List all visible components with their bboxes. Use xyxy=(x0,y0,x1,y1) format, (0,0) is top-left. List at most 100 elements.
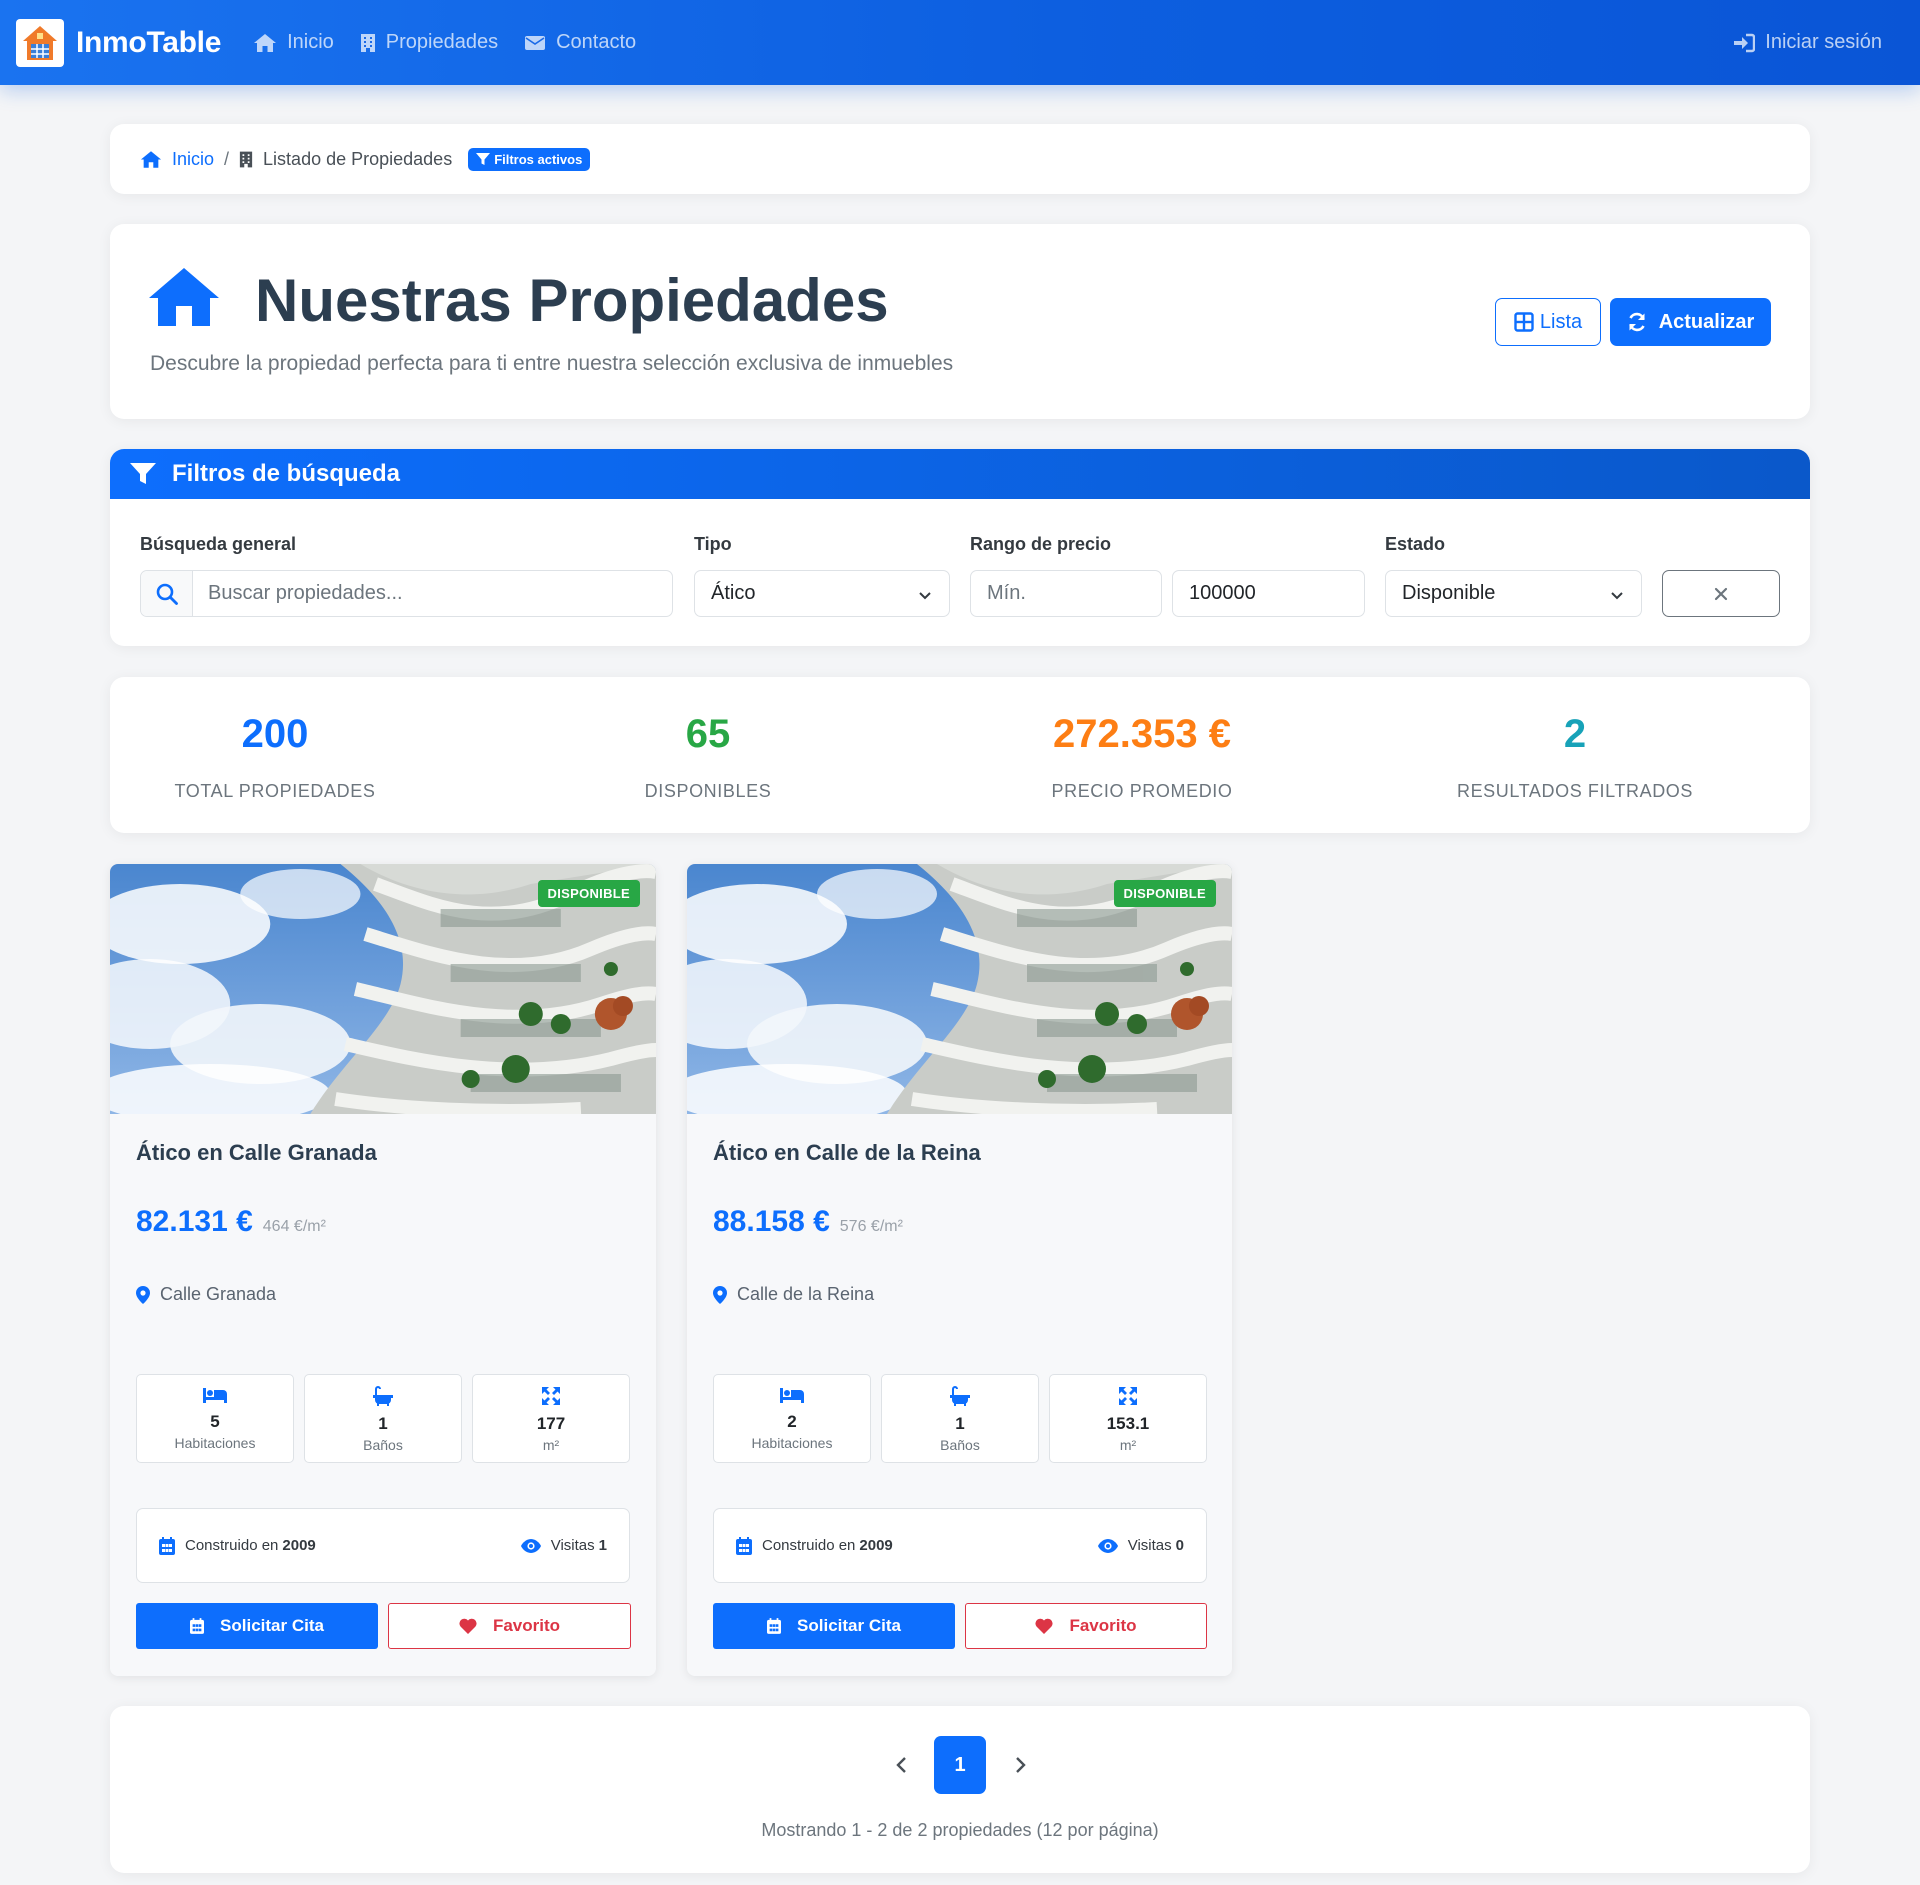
map-marker-icon xyxy=(136,1285,150,1304)
stat-available: 65 DISPONIBLES xyxy=(543,712,873,802)
baths-label: Baños xyxy=(363,1437,403,1453)
status-select[interactable]: Disponible xyxy=(1385,570,1642,617)
request-appointment-label: Solicitar Cita xyxy=(220,1616,324,1635)
home-icon xyxy=(149,268,219,326)
search-input[interactable]: Buscar propiedades... xyxy=(140,570,673,617)
stat-label: TOTAL PROPIEDADES xyxy=(174,781,376,801)
property-title[interactable]: Ático en Calle Granada xyxy=(136,1140,377,1166)
nav-link-contacto[interactable]: Contacto xyxy=(524,31,636,54)
envelope-icon xyxy=(525,35,546,50)
list-view-label: Lista xyxy=(1539,310,1583,333)
login-link[interactable]: Iniciar sesión xyxy=(1733,0,1882,85)
area-value: 153.1 xyxy=(1106,1414,1150,1433)
type-label: Tipo xyxy=(694,534,732,554)
rooms-value: 5 xyxy=(210,1412,220,1431)
feature-rooms: 5 Habitaciones xyxy=(136,1374,294,1463)
location-label: Calle de la Reina xyxy=(737,1284,875,1304)
feature-rooms: 2 Habitaciones xyxy=(713,1374,871,1463)
refresh-label: Actualizar xyxy=(1658,310,1755,333)
chevron-left-icon[interactable] xyxy=(890,1753,914,1777)
feature-baths: 1 Baños xyxy=(881,1374,1039,1463)
baths-value: 1 xyxy=(955,1414,965,1433)
heart-icon xyxy=(1035,1618,1054,1634)
visits-value: 0 xyxy=(1175,1537,1184,1554)
pagination-info: Mostrando 1 - 2 de 2 propiedades (12 por… xyxy=(761,1820,1159,1840)
baths-label: Baños xyxy=(940,1437,980,1453)
price-min-input[interactable]: Mín. xyxy=(970,570,1162,617)
price-per-m2: 576 €/m² xyxy=(839,1218,903,1235)
status-value: Disponible xyxy=(1402,582,1496,604)
page-header: Nuestras Propiedades Descubre la propied… xyxy=(110,224,1810,419)
search-placeholder: Buscar propiedades... xyxy=(208,582,403,604)
visits: Visitas 1 xyxy=(520,1537,607,1554)
filter-icon xyxy=(130,463,156,484)
filters-active-badge-label: Filtros activos xyxy=(494,151,583,167)
nav-link-label: Contacto xyxy=(556,31,637,53)
page-title: Nuestras Propiedades xyxy=(255,267,889,334)
sign-in-icon xyxy=(1734,33,1756,52)
feature-area: 153.1 m² xyxy=(1049,1374,1207,1463)
property-price: 88.158 € 576 €/m² xyxy=(713,1205,903,1239)
favorite-label: Favorito xyxy=(492,1616,561,1635)
house-logo-icon xyxy=(23,25,57,60)
bed-icon xyxy=(780,1388,804,1403)
filters-title: Filtros de búsqueda xyxy=(172,460,401,487)
property-title[interactable]: Ático en Calle de la Reina xyxy=(713,1140,981,1166)
rooms-label: Habitaciones xyxy=(751,1435,833,1451)
favorite-button[interactable]: Favorito xyxy=(388,1603,631,1649)
page-1-button[interactable]: 1 xyxy=(934,1736,986,1794)
request-appointment-label: Solicitar Cita xyxy=(797,1616,901,1635)
stat-filtered: 2 RESULTADOS FILTRADOS xyxy=(1410,712,1740,802)
page-subtitle: Descubre la propiedad perfecta para ti e… xyxy=(150,352,954,375)
visits-label: Visitas xyxy=(550,1537,595,1554)
expand-arrows-icon xyxy=(542,1387,560,1405)
stat-value: 2 xyxy=(1563,712,1587,756)
list-view-button[interactable]: Lista xyxy=(1495,298,1601,346)
calendar-icon xyxy=(159,1536,175,1555)
property-location: Calle Granada xyxy=(136,1284,276,1305)
type-select[interactable]: Ático xyxy=(694,570,950,617)
brand-logo xyxy=(16,18,64,67)
request-appointment-button[interactable]: Solicitar Cita xyxy=(136,1603,378,1649)
breadcrumb: Inicio / Listado de Propiedades Filtros … xyxy=(110,124,1810,194)
table-icon xyxy=(1514,312,1534,332)
stat-label: DISPONIBLES xyxy=(644,781,772,801)
area-label: m² xyxy=(1119,1437,1137,1453)
nav-link-inicio[interactable]: Inicio xyxy=(253,31,334,54)
price-max-input[interactable]: 100000 xyxy=(1172,570,1365,617)
search-addon xyxy=(141,571,193,616)
nav-links: Inicio Propiedades Contacto xyxy=(253,31,662,54)
location-label: Calle Granada xyxy=(160,1284,277,1304)
building-icon xyxy=(360,33,375,52)
breadcrumb-home[interactable]: Inicio xyxy=(140,149,214,170)
visits-value: 1 xyxy=(598,1537,607,1554)
stat-value: 65 xyxy=(685,712,731,756)
property-card[interactable]: DISPONIBLE Ático en Calle de la Reina 88… xyxy=(687,864,1232,1676)
sync-icon xyxy=(1628,312,1645,332)
brand[interactable]: InmoTable xyxy=(16,18,222,67)
request-appointment-button[interactable]: Solicitar Cita xyxy=(713,1603,955,1649)
status-badge: DISPONIBLE xyxy=(1113,880,1216,907)
property-price: 82.131 € 464 €/m² xyxy=(136,1205,326,1239)
calendar-icon xyxy=(767,1618,782,1634)
brand-name: InmoTable xyxy=(76,25,222,59)
stat-total: 200 TOTAL PROPIEDADES xyxy=(110,712,440,802)
built-year-value: 2009 xyxy=(282,1537,316,1554)
breadcrumb-separator: / xyxy=(224,148,230,169)
expand-arrows-icon xyxy=(1119,1387,1137,1405)
home-icon xyxy=(140,150,162,168)
clear-filters-button[interactable] xyxy=(1662,570,1780,617)
stat-label: PRECIO PROMEDIO xyxy=(1051,781,1233,801)
favorite-button[interactable]: Favorito xyxy=(965,1603,1207,1649)
nav-link-label: Propiedades xyxy=(385,31,499,53)
pagination: 1 Mostrando 1 - 2 de 2 propiedades (12 p… xyxy=(110,1706,1810,1873)
chevron-right-icon[interactable] xyxy=(1008,1753,1032,1777)
price-min-placeholder: Mín. xyxy=(987,582,1026,604)
nav-link-propiedades[interactable]: Propiedades xyxy=(360,31,498,54)
property-card[interactable]: DISPONIBLE Ático en Calle Granada 82.131… xyxy=(110,864,656,1676)
refresh-button[interactable]: Actualizar xyxy=(1610,298,1771,346)
area-value: 177 xyxy=(536,1414,566,1433)
nav-link-label: Inicio xyxy=(287,31,334,53)
filter-icon xyxy=(476,152,491,165)
filters-panel: Filtros de búsqueda Búsqueda general Bus… xyxy=(110,449,1810,646)
